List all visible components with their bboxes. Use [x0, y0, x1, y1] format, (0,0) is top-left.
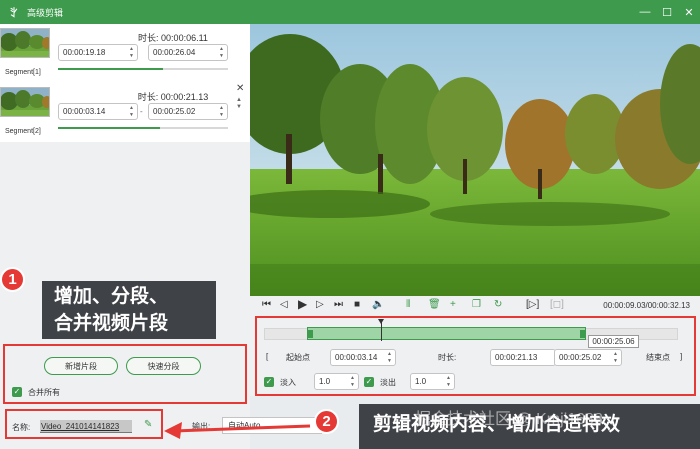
selection-end-handle[interactable] — [580, 330, 585, 338]
segment-thumbnail — [0, 87, 50, 117]
spin-arrows-icon[interactable]: ▲ ▼ — [350, 375, 355, 389]
range-separator: - — [140, 107, 143, 116]
bracket-open: [ — [266, 352, 269, 361]
fade-out-label: 淡出 — [380, 378, 396, 387]
segment-name: Segment[2] — [5, 128, 41, 135]
segment-end-input[interactable]: 00:00:26.04 ▲ ▼ — [148, 44, 228, 61]
spin-arrows-icon[interactable]: ▲ ▼ — [446, 375, 451, 389]
segment-range-fill — [58, 68, 164, 70]
segment-item[interactable]: Segment[1] 时长: 00:00:06.11 00:00:19.18 ▲… — [0, 24, 250, 82]
title-bar: ꇬ 高级剪辑 — ☐ ✕ — [0, 0, 700, 24]
end-point-input[interactable]: 00:00:25.02 ▲ ▼ — [554, 349, 622, 366]
fade-out-checkbox[interactable]: ✓ — [364, 377, 374, 387]
segment-duration: 时长: 00:00:06.11 — [138, 33, 208, 43]
segment-range-bar — [58, 127, 228, 129]
spin-arrows-icon[interactable]: ▲ ▼ — [219, 46, 224, 60]
selection-start-handle[interactable] — [308, 330, 313, 338]
left-panel: Segment[1] 时长: 00:00:06.11 00:00:19.18 ▲… — [0, 24, 250, 449]
fade-in-label: 淡入 — [280, 378, 296, 387]
maximize-button[interactable]: ☐ — [656, 0, 678, 24]
segment-start-input[interactable]: 00:00:19.18 ▲ ▼ — [58, 44, 138, 61]
window-title: 高级剪辑 — [27, 7, 64, 18]
delete-icon[interactable]: 🗑 — [428, 299, 441, 310]
spin-arrows-icon[interactable]: ▲ ▼ — [387, 351, 392, 365]
timeline-selection[interactable] — [307, 327, 586, 340]
add-segment-button[interactable]: 新增片段 — [44, 357, 118, 375]
segment-thumbnail — [0, 28, 50, 58]
segment-list: Segment[1] 时长: 00:00:06.11 00:00:19.18 ▲… — [0, 24, 250, 142]
edit-name-icon[interactable]: ✎ — [144, 419, 152, 430]
reset-icon[interactable]: ↻ — [494, 299, 502, 310]
playhead[interactable] — [378, 319, 384, 341]
add-icon[interactable]: + — [450, 299, 456, 310]
start-point-label[interactable]: 起始点 — [286, 352, 310, 363]
remove-segment-icon[interactable]: ✕ — [236, 83, 244, 94]
fade-in-checkbox[interactable]: ✓ — [264, 377, 274, 387]
fade-in-input[interactable]: 1.0 ▲ ▼ — [314, 373, 359, 390]
volume-icon[interactable]: 🔈 — [372, 299, 384, 310]
spin-arrows-icon[interactable]: ▲ ▼ — [219, 105, 224, 119]
play-icon[interactable]: ▶ — [298, 297, 307, 311]
callout-line: 合并视频片段 — [54, 313, 169, 334]
player-controls: ⏮ ◁ ▶ ▷ ⏭ ■ 🔈 ⦀ 🗑 + ❐ ↻ [▷] [◻] 00:00:09… — [250, 296, 700, 316]
step-badge: 2 — [314, 409, 339, 434]
timeline-editor: 00:00:25.06 [ 起始点 00:00:03.14 ▲ ▼ 时长: 00:… — [250, 316, 700, 396]
mark-in-icon[interactable]: [▷] — [526, 299, 539, 310]
step-badge: 1 — [0, 267, 25, 292]
mark-out-icon[interactable]: [◻] — [550, 299, 564, 310]
minimize-button[interactable]: — — [634, 0, 656, 24]
reorder-arrows-icon[interactable]: ▲ ▼ — [236, 97, 242, 111]
time-range-row: [ 起始点 00:00:03.14 ▲ ▼ 时长: 00:00:21.13 00:… — [262, 349, 688, 367]
segment-start-input[interactable]: 00:00:03.14 ▲ ▼ — [58, 103, 138, 120]
segment-name: Segment[1] — [5, 69, 41, 76]
skip-to-end-icon[interactable]: ⏭ — [334, 299, 343, 310]
watermark: 掘金技术社区 @ Kmji1688 — [415, 411, 603, 428]
fade-row: ✓ 淡入 1.0 ▲ ▼ ✓ 淡出 1.0 ▲ ▼ — [262, 373, 688, 391]
merge-all-label: 合并所有 — [28, 388, 60, 397]
app-logo-icon: ꇬ — [9, 7, 19, 20]
time-display: 00:00:09.03/00:00:32.13 — [603, 301, 690, 310]
segment-duration: 时长: 00:00:21.13 — [137, 92, 209, 102]
time-tooltip: 00:00:25.06 — [588, 335, 639, 348]
name-input[interactable]: Video_241014141823 — [40, 420, 132, 433]
split-icon[interactable]: ⦀ — [406, 299, 410, 310]
step-forward-icon[interactable]: ▷ — [316, 299, 324, 310]
end-point-label[interactable]: 结束点 — [646, 352, 670, 363]
spin-arrows-icon[interactable]: ▲ ▼ — [613, 351, 618, 365]
quick-split-button[interactable]: 快速分段 — [126, 357, 201, 375]
step-back-icon[interactable]: ◁ — [280, 299, 288, 310]
name-label: 名称: — [12, 423, 31, 432]
spin-arrows-icon[interactable]: ▲ ▼ — [129, 105, 134, 119]
bracket-close: ] — [680, 352, 683, 361]
segment-end-input[interactable]: 00:00:25.02 ▲ ▼ — [148, 103, 228, 120]
segment-range-fill — [58, 127, 160, 129]
window-controls: — ☐ ✕ — [634, 0, 700, 24]
copy-icon[interactable]: ❐ — [472, 299, 481, 310]
segment-item[interactable]: Segment[2] 时长: 00:00:21.13 00:00:03.14 ▲… — [0, 83, 250, 141]
fade-out-input[interactable]: 1.0 ▲ ▼ — [410, 373, 455, 390]
segment-range-bar — [58, 68, 228, 70]
duration-label: 时长: — [438, 353, 457, 362]
video-preview[interactable] — [250, 24, 700, 296]
callout-line: 增加、分段、 — [54, 286, 169, 307]
stop-icon[interactable]: ■ — [354, 299, 360, 310]
callout-add-merge: 增加、分段、 合并视频片段 — [42, 281, 216, 339]
skip-to-start-icon[interactable]: ⏮ — [262, 299, 271, 310]
start-point-input[interactable]: 00:00:03.14 ▲ ▼ — [330, 349, 396, 366]
close-window-button[interactable]: ✕ — [678, 0, 700, 24]
merge-all-checkbox[interactable]: ✓ — [12, 387, 22, 397]
duration-input[interactable]: 00:00:21.13 — [490, 349, 556, 366]
spin-arrows-icon[interactable]: ▲ ▼ — [129, 46, 134, 60]
